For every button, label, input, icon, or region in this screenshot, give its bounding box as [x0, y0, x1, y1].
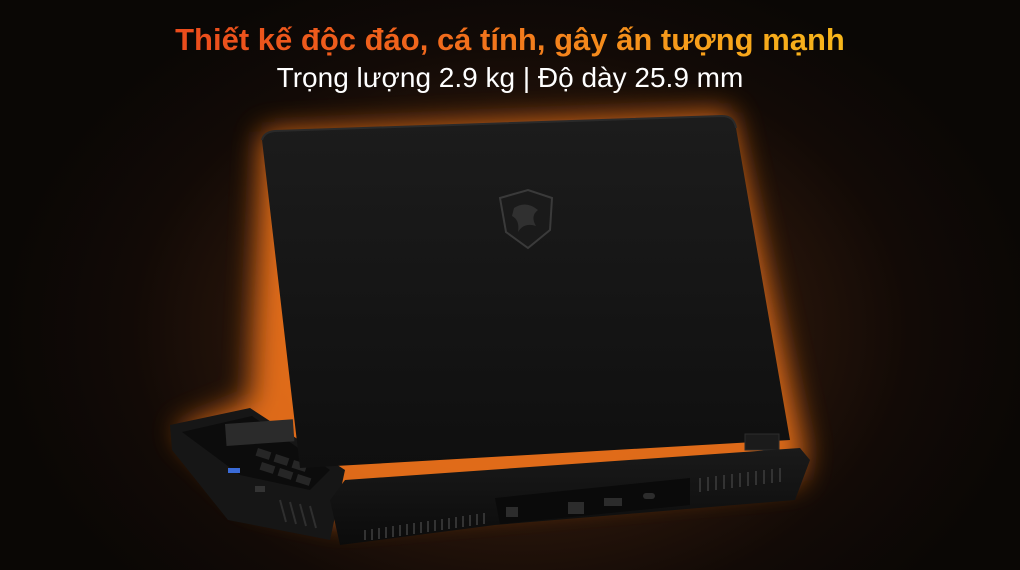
laptop-illustration: [170, 112, 810, 545]
usb-c-port-icon: [643, 493, 655, 499]
right-hinge: [744, 433, 780, 451]
hdmi-port-icon: [604, 498, 622, 506]
usb-port-icon: [228, 468, 240, 473]
laptop-lid: [261, 114, 790, 468]
ethernet-port-icon: [568, 502, 584, 514]
mini-displayport-icon: [506, 507, 518, 517]
